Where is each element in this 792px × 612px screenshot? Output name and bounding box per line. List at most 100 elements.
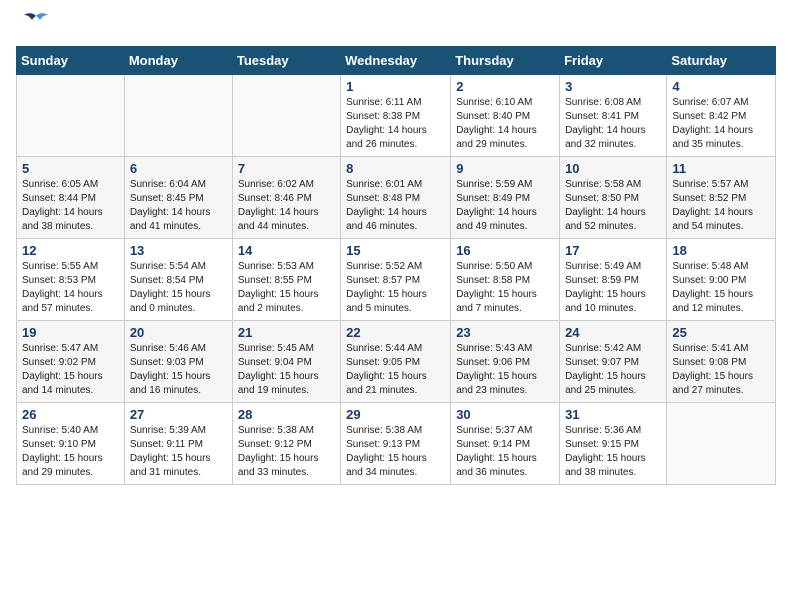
- calendar-cell: 23 Sunrise: 5:43 AMSunset: 9:06 PMDayligh…: [451, 321, 560, 403]
- cell-content: Sunrise: 6:08 AMSunset: 8:41 PMDaylight:…: [565, 96, 661, 152]
- day-number: 24: [565, 325, 661, 340]
- day-number: 15: [346, 243, 445, 258]
- calendar-cell: 13 Sunrise: 5:54 AMSunset: 8:54 PMDayligh…: [124, 239, 232, 321]
- day-number: 30: [456, 407, 554, 422]
- day-number: 12: [22, 243, 119, 258]
- calendar-cell: 2 Sunrise: 6:10 AMSunset: 8:40 PMDaylight…: [451, 75, 560, 157]
- day-number: 1: [346, 79, 445, 94]
- day-number: 3: [565, 79, 661, 94]
- cell-content: Sunrise: 5:49 AMSunset: 8:59 PMDaylight:…: [565, 260, 661, 316]
- calendar-cell: 10 Sunrise: 5:58 AMSunset: 8:50 PMDayligh…: [560, 157, 667, 239]
- cell-content: Sunrise: 6:02 AMSunset: 8:46 PMDaylight:…: [238, 178, 335, 234]
- calendar-cell: 18 Sunrise: 5:48 AMSunset: 9:00 PMDayligh…: [667, 239, 776, 321]
- calendar-cell: 24 Sunrise: 5:42 AMSunset: 9:07 PMDayligh…: [560, 321, 667, 403]
- day-number: 5: [22, 161, 119, 176]
- day-number: 21: [238, 325, 335, 340]
- cell-content: Sunrise: 6:04 AMSunset: 8:45 PMDaylight:…: [130, 178, 227, 234]
- day-number: 7: [238, 161, 335, 176]
- calendar-cell: 14 Sunrise: 5:53 AMSunset: 8:55 PMDayligh…: [232, 239, 340, 321]
- cell-content: Sunrise: 6:07 AMSunset: 8:42 PMDaylight:…: [672, 96, 770, 152]
- cell-content: Sunrise: 5:46 AMSunset: 9:03 PMDaylight:…: [130, 342, 227, 398]
- day-number: 28: [238, 407, 335, 422]
- calendar-week-row: 26 Sunrise: 5:40 AMSunset: 9:10 PMDayligh…: [17, 403, 776, 485]
- cell-content: Sunrise: 5:37 AMSunset: 9:14 PMDaylight:…: [456, 424, 554, 480]
- calendar-cell: 12 Sunrise: 5:55 AMSunset: 8:53 PMDayligh…: [17, 239, 125, 321]
- day-number: 10: [565, 161, 661, 176]
- day-number: 8: [346, 161, 445, 176]
- calendar-cell: 4 Sunrise: 6:07 AMSunset: 8:42 PMDaylight…: [667, 75, 776, 157]
- calendar-cell: 16 Sunrise: 5:50 AMSunset: 8:58 PMDayligh…: [451, 239, 560, 321]
- calendar-cell: 28 Sunrise: 5:38 AMSunset: 9:12 PMDayligh…: [232, 403, 340, 485]
- cell-content: Sunrise: 5:38 AMSunset: 9:13 PMDaylight:…: [346, 424, 445, 480]
- cell-content: Sunrise: 5:38 AMSunset: 9:12 PMDaylight:…: [238, 424, 335, 480]
- day-number: 23: [456, 325, 554, 340]
- calendar-cell: 22 Sunrise: 5:44 AMSunset: 9:05 PMDayligh…: [341, 321, 451, 403]
- calendar-week-row: 1 Sunrise: 6:11 AMSunset: 8:38 PMDaylight…: [17, 75, 776, 157]
- cell-content: Sunrise: 5:48 AMSunset: 9:00 PMDaylight:…: [672, 260, 770, 316]
- cell-content: Sunrise: 5:55 AMSunset: 8:53 PMDaylight:…: [22, 260, 119, 316]
- logo-bird-icon: [22, 12, 50, 34]
- cell-content: Sunrise: 6:05 AMSunset: 8:44 PMDaylight:…: [22, 178, 119, 234]
- day-number: 9: [456, 161, 554, 176]
- cell-content: Sunrise: 6:10 AMSunset: 8:40 PMDaylight:…: [456, 96, 554, 152]
- calendar-week-row: 12 Sunrise: 5:55 AMSunset: 8:53 PMDayligh…: [17, 239, 776, 321]
- cell-content: Sunrise: 5:53 AMSunset: 8:55 PMDaylight:…: [238, 260, 335, 316]
- day-header-tuesday: Tuesday: [232, 47, 340, 75]
- calendar-cell: 11 Sunrise: 5:57 AMSunset: 8:52 PMDayligh…: [667, 157, 776, 239]
- calendar-cell: [232, 75, 340, 157]
- cell-content: Sunrise: 6:01 AMSunset: 8:48 PMDaylight:…: [346, 178, 445, 234]
- page-header: [16, 16, 776, 34]
- cell-content: Sunrise: 5:54 AMSunset: 8:54 PMDaylight:…: [130, 260, 227, 316]
- calendar-cell: [17, 75, 125, 157]
- cell-content: Sunrise: 5:57 AMSunset: 8:52 PMDaylight:…: [672, 178, 770, 234]
- day-header-friday: Friday: [560, 47, 667, 75]
- day-number: 6: [130, 161, 227, 176]
- calendar-cell: 9Sunrise: 5:59 AMSunset: 8:49 PMDaylight…: [451, 157, 560, 239]
- day-number: 27: [130, 407, 227, 422]
- calendar-cell: 15 Sunrise: 5:52 AMSunset: 8:57 PMDayligh…: [341, 239, 451, 321]
- calendar-cell: 5 Sunrise: 6:05 AMSunset: 8:44 PMDaylight…: [17, 157, 125, 239]
- day-number: 2: [456, 79, 554, 94]
- day-number: 22: [346, 325, 445, 340]
- calendar-cell: [667, 403, 776, 485]
- day-number: 18: [672, 243, 770, 258]
- calendar-cell: 30 Sunrise: 5:37 AMSunset: 9:14 PMDayligh…: [451, 403, 560, 485]
- day-number: 25: [672, 325, 770, 340]
- cell-content: Sunrise: 5:40 AMSunset: 9:10 PMDaylight:…: [22, 424, 119, 480]
- day-number: 4: [672, 79, 770, 94]
- day-header-monday: Monday: [124, 47, 232, 75]
- day-number: 13: [130, 243, 227, 258]
- calendar-cell: 8 Sunrise: 6:01 AMSunset: 8:48 PMDaylight…: [341, 157, 451, 239]
- day-number: 20: [130, 325, 227, 340]
- cell-content: Sunrise: 5:44 AMSunset: 9:05 PMDaylight:…: [346, 342, 445, 398]
- calendar-header-row: SundayMondayTuesdayWednesdayThursdayFrid…: [17, 47, 776, 75]
- calendar-cell: [124, 75, 232, 157]
- calendar-cell: 7 Sunrise: 6:02 AMSunset: 8:46 PMDaylight…: [232, 157, 340, 239]
- calendar-table: SundayMondayTuesdayWednesdayThursdayFrid…: [16, 46, 776, 485]
- cell-content: Sunrise: 5:42 AMSunset: 9:07 PMDaylight:…: [565, 342, 661, 398]
- cell-content: Sunrise: 5:39 AMSunset: 9:11 PMDaylight:…: [130, 424, 227, 480]
- cell-content: Sunrise: 5:58 AMSunset: 8:50 PMDaylight:…: [565, 178, 661, 234]
- day-number: 26: [22, 407, 119, 422]
- logo: [16, 16, 50, 34]
- calendar-week-row: 5 Sunrise: 6:05 AMSunset: 8:44 PMDaylight…: [17, 157, 776, 239]
- cell-content: Sunrise: 5:43 AMSunset: 9:06 PMDaylight:…: [456, 342, 554, 398]
- cell-content: Sunrise: 5:41 AMSunset: 9:08 PMDaylight:…: [672, 342, 770, 398]
- day-number: 17: [565, 243, 661, 258]
- day-number: 19: [22, 325, 119, 340]
- day-number: 31: [565, 407, 661, 422]
- calendar-cell: 21Sunrise: 5:45 AMSunset: 9:04 PMDayligh…: [232, 321, 340, 403]
- calendar-week-row: 19Sunrise: 5:47 AMSunset: 9:02 PMDayligh…: [17, 321, 776, 403]
- day-header-thursday: Thursday: [451, 47, 560, 75]
- cell-content: Sunrise: 5:52 AMSunset: 8:57 PMDaylight:…: [346, 260, 445, 316]
- calendar-cell: 17 Sunrise: 5:49 AMSunset: 8:59 PMDayligh…: [560, 239, 667, 321]
- day-number: 16: [456, 243, 554, 258]
- day-header-wednesday: Wednesday: [341, 47, 451, 75]
- day-number: 11: [672, 161, 770, 176]
- day-number: 29: [346, 407, 445, 422]
- day-number: 14: [238, 243, 335, 258]
- cell-content: Sunrise: 6:11 AMSunset: 8:38 PMDaylight:…: [346, 96, 445, 152]
- cell-content: Sunrise: 5:50 AMSunset: 8:58 PMDaylight:…: [456, 260, 554, 316]
- calendar-cell: 3 Sunrise: 6:08 AMSunset: 8:41 PMDaylight…: [560, 75, 667, 157]
- calendar-cell: 27 Sunrise: 5:39 AMSunset: 9:11 PMDayligh…: [124, 403, 232, 485]
